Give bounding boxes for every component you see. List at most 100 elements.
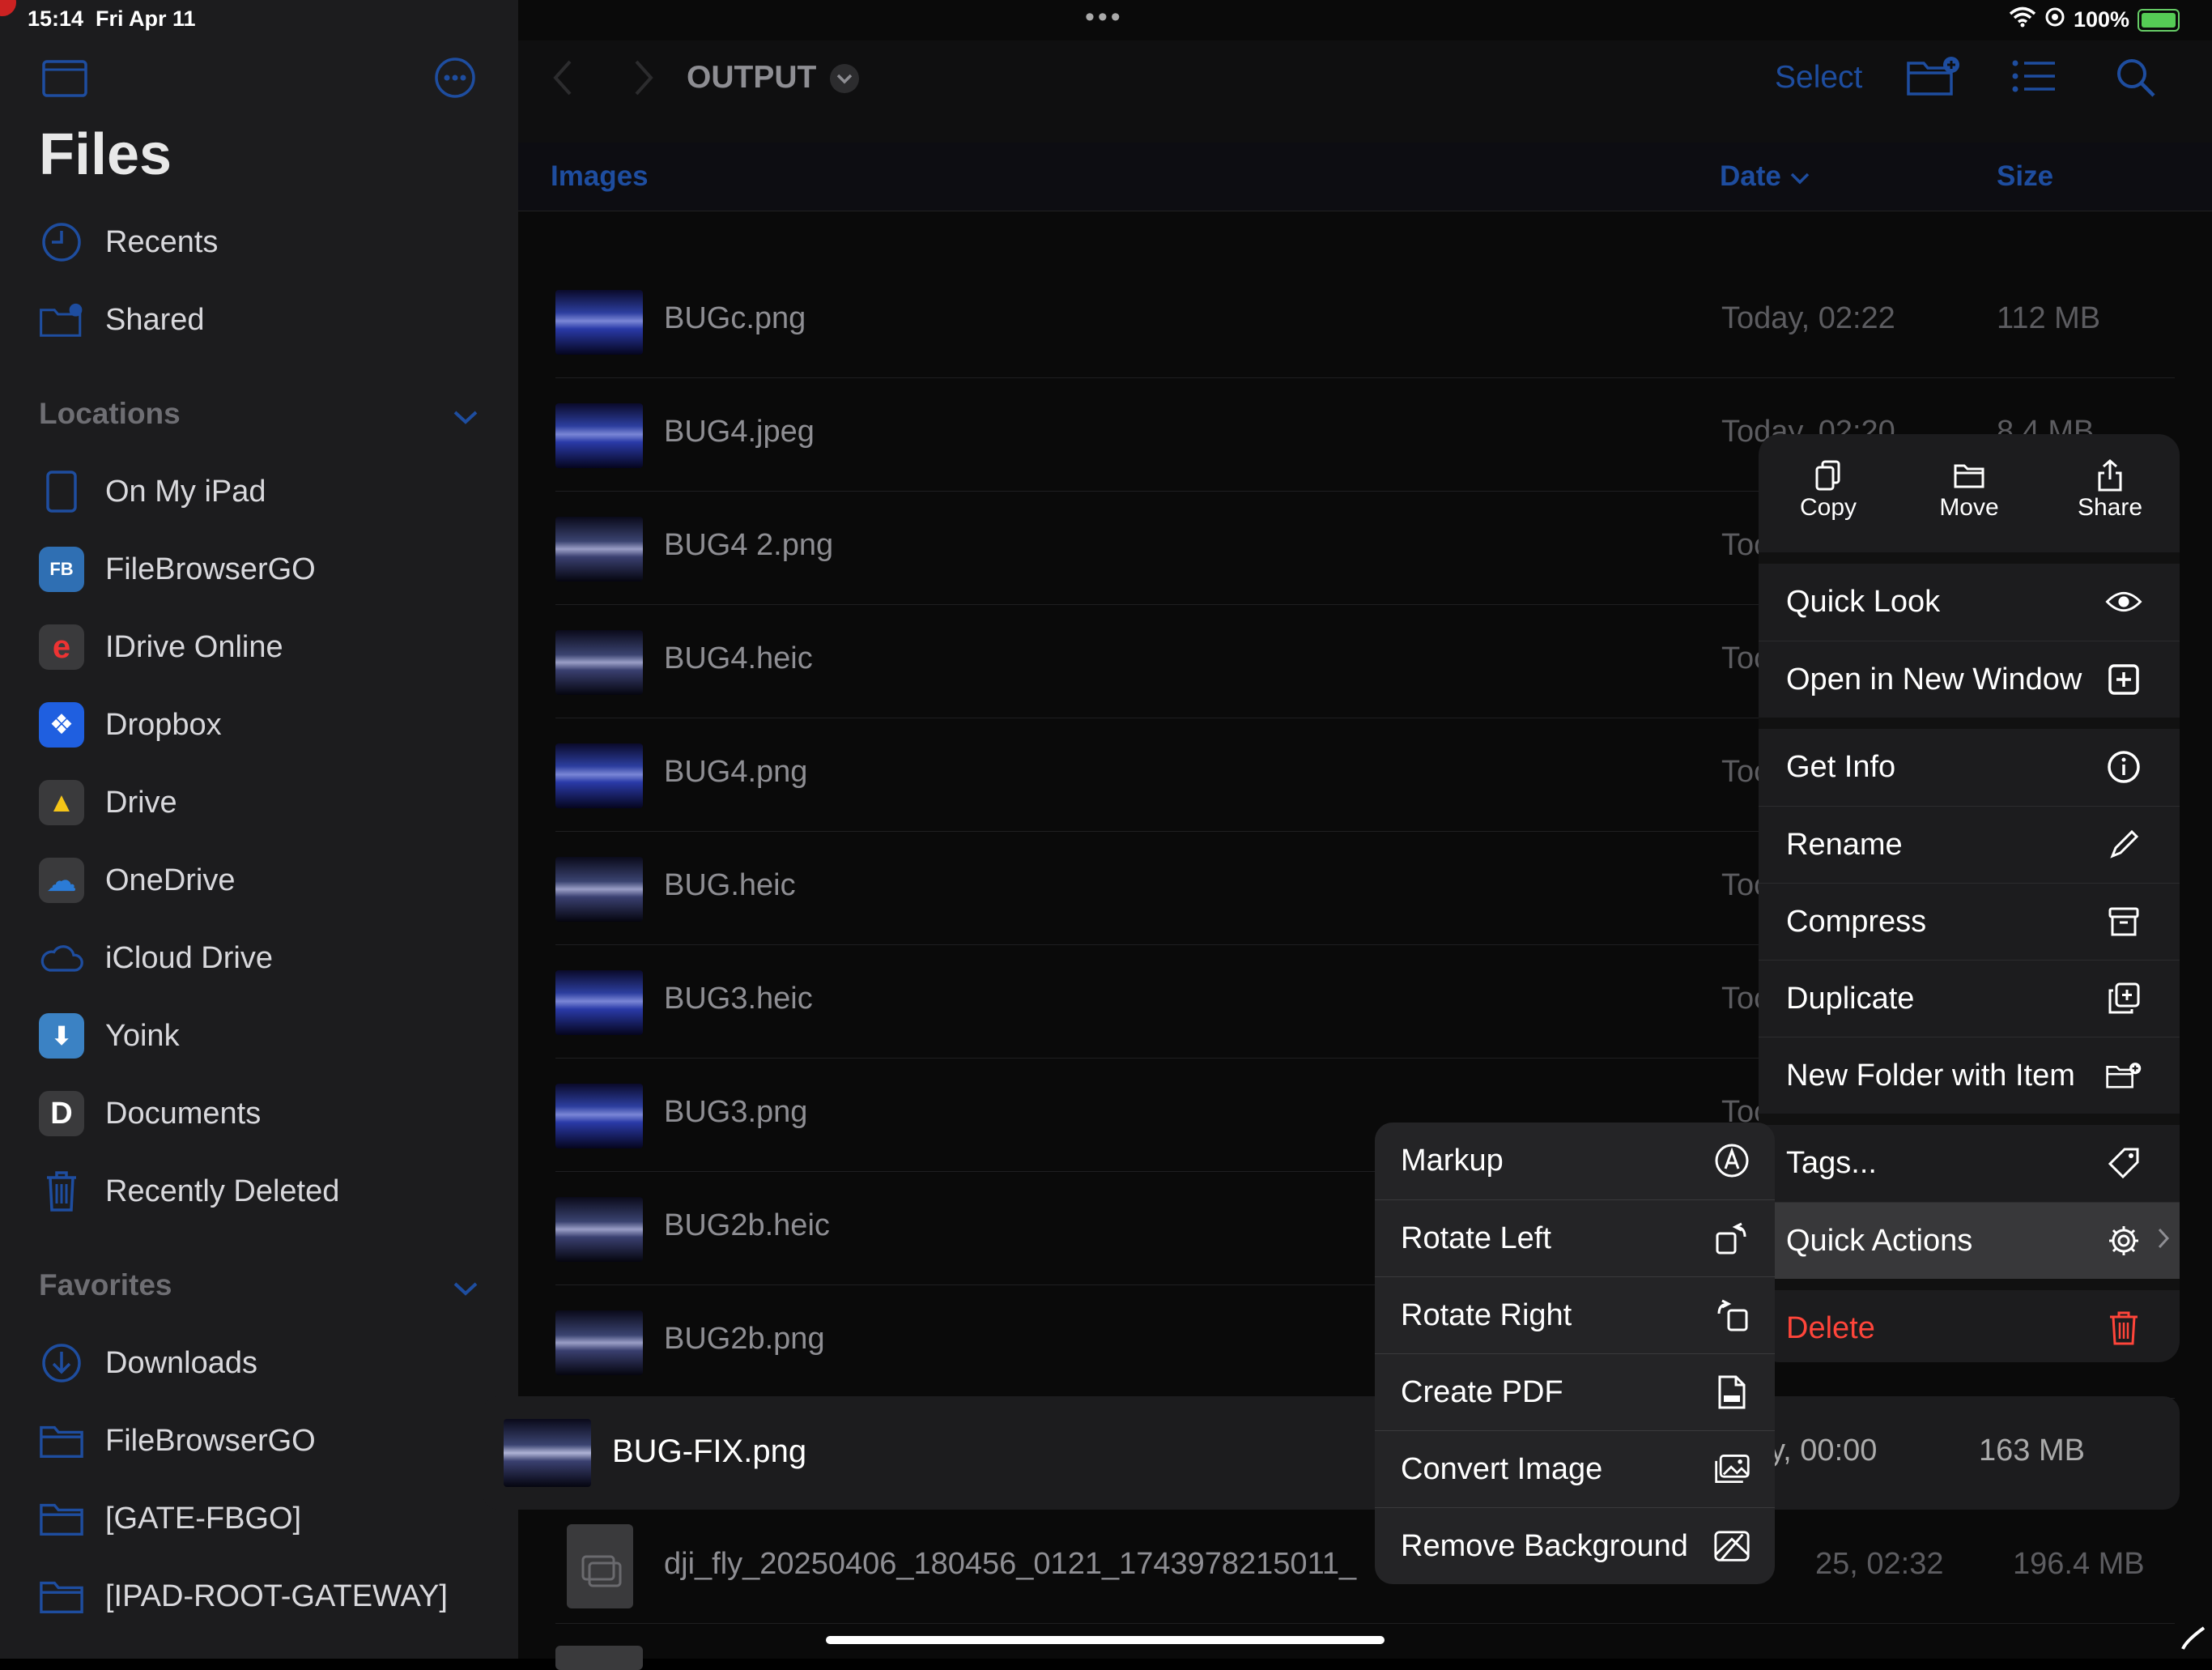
select-button[interactable]: Select	[1775, 60, 1862, 96]
file-thumbnail	[555, 970, 643, 1035]
search-icon[interactable]	[2115, 57, 2157, 103]
sidebar-item-label: On My iPad	[105, 474, 266, 509]
battery-icon	[2138, 8, 2180, 32]
home-indicator[interactable]	[826, 1636, 1385, 1644]
sidebar-item-recents[interactable]: Recents	[39, 214, 218, 271]
menu-item-label: Open in New Window	[1786, 662, 2082, 697]
copy-label: Copy	[1799, 494, 1857, 521]
sidebar-item-on-my-ipad[interactable]: On My iPad	[39, 463, 266, 520]
quick-look-item[interactable]: Quick Look	[1759, 564, 2180, 641]
shared-folder-icon	[39, 297, 84, 343]
table-row[interactable]: BUGc.png Today, 02:22 112 MB	[555, 264, 2175, 378]
sidebar-item-icloud-drive[interactable]: iCloud Drive	[39, 930, 273, 986]
quick-actions-item[interactable]: Quick Actions	[1759, 1202, 2180, 1280]
file-thumbnail	[555, 1084, 643, 1148]
new-folder-icon[interactable]	[1906, 55, 1959, 101]
duplicate-item[interactable]: Duplicate	[1759, 960, 2180, 1037]
sidebar-title: Files	[39, 122, 172, 187]
get-info-item[interactable]: Get Info	[1759, 729, 2180, 806]
sidebar-item-onedrive[interactable]: ☁ OneDrive	[39, 852, 236, 909]
lifted-file-row[interactable]: BUG-FIX.png y, 00:00 163 MB	[483, 1396, 2180, 1510]
back-chevron-icon[interactable]	[551, 58, 575, 101]
move-button[interactable]: Move	[1899, 457, 2039, 554]
status-time: 15:14	[28, 6, 84, 31]
list-view-icon[interactable]	[2011, 58, 2057, 98]
archive-box-icon	[2105, 903, 2142, 940]
delete-item[interactable]: Delete	[1759, 1290, 2180, 1362]
sidebar-toggle-icon[interactable]	[42, 60, 87, 101]
file-name: BUG2b.png	[664, 1322, 825, 1356]
quick-actions-submenu: Markup Rotate Left Rotate Right Create P…	[1375, 1123, 1775, 1584]
file-thumbnail	[555, 403, 643, 468]
sidebar-item-filebrowsergo[interactable]: FB FileBrowserGO	[39, 541, 316, 598]
sidebar-item-recently-deleted[interactable]: Recently Deleted	[39, 1163, 339, 1220]
markup-item[interactable]: Markup	[1375, 1123, 1775, 1199]
filebrowsergo-app-icon: FB	[39, 547, 84, 592]
chevron-down-icon	[1790, 173, 1809, 185]
convert-image-item[interactable]: Convert Image	[1375, 1430, 1775, 1508]
new-folder-with-item[interactable]: New Folder with Item	[1759, 1037, 2180, 1114]
copy-button[interactable]: Copy	[1759, 457, 1898, 554]
folder-icon	[1899, 457, 2039, 494]
share-button[interactable]: Share	[2040, 457, 2180, 554]
sidebar-item-downloads[interactable]: Downloads	[39, 1335, 257, 1391]
column-name-header[interactable]: Images	[551, 160, 649, 193]
google-drive-app-icon: ▲	[39, 780, 84, 825]
chevron-down-icon[interactable]	[452, 1272, 479, 1306]
location-lock-icon	[2044, 6, 2065, 33]
trash-icon	[39, 1169, 84, 1214]
rotate-right-item[interactable]: Rotate Right	[1375, 1276, 1775, 1354]
status-date: Fri Apr 11	[96, 6, 196, 31]
folder-icon	[39, 1496, 84, 1541]
sidebar-item-gate-fbgo[interactable]: [GATE-FBGO]	[39, 1490, 301, 1547]
pdf-icon	[1713, 1374, 1750, 1411]
open-in-new-window-item[interactable]: Open in New Window	[1759, 641, 2180, 718]
menu-item-label: Rotate Left	[1401, 1221, 1551, 1255]
menu-item-label: Convert Image	[1401, 1452, 1603, 1486]
date-label: Date	[1720, 160, 1781, 192]
sidebar-item-filebrowsergo-folder[interactable]: FileBrowserGO	[39, 1412, 316, 1469]
folder-icon	[39, 1418, 84, 1463]
remove-background-icon	[1713, 1527, 1750, 1565]
sidebar-item-yoink[interactable]: ⬇ Yoink	[39, 1008, 180, 1064]
column-size-header[interactable]: Size	[1997, 160, 2053, 193]
sidebar-item-drive[interactable]: ▲ Drive	[39, 774, 177, 831]
menu-item-label: New Folder with Item	[1786, 1059, 2075, 1093]
folder-plus-icon	[2105, 1057, 2142, 1094]
rename-item[interactable]: Rename	[1759, 806, 2180, 884]
sidebar-item-idrive-online[interactable]: e IDrive Online	[39, 619, 283, 675]
file-size: 196.4 MB	[2013, 1547, 2145, 1581]
chevron-down-icon[interactable]	[829, 63, 860, 98]
menu-separator	[1759, 718, 2180, 729]
file-name: BUG4.heic	[664, 641, 813, 675]
menu-item-label: Compress	[1786, 905, 1927, 939]
create-pdf-item[interactable]: Create PDF	[1375, 1353, 1775, 1431]
forward-chevron-icon[interactable]	[632, 58, 656, 101]
file-thumbnail	[555, 517, 643, 582]
sidebar-item-shared[interactable]: Shared	[39, 292, 205, 348]
sidebar-item-dropbox[interactable]: ❖ Dropbox	[39, 697, 222, 753]
tags-item[interactable]: Tags...	[1759, 1125, 2180, 1202]
rotate-left-item[interactable]: Rotate Left	[1375, 1199, 1775, 1277]
sidebar-item-label: Documents	[105, 1096, 262, 1131]
sidebar-item-label: Dropbox	[105, 707, 222, 742]
sidebar-item-documents[interactable]: D Documents	[39, 1085, 261, 1142]
file-name: BUG-FIX.png	[612, 1434, 807, 1469]
compress-item[interactable]: Compress	[1759, 883, 2180, 961]
more-options-icon[interactable]	[434, 57, 476, 103]
clock-icon	[39, 219, 84, 265]
status-bar: 15:14 Fri Apr 11 ••• 100%	[0, 0, 2212, 40]
column-date-header[interactable]: Date	[1720, 160, 1810, 193]
folder-title[interactable]: OUTPUT	[687, 60, 816, 96]
remove-background-item[interactable]: Remove Background	[1375, 1507, 1775, 1584]
share-icon	[2040, 457, 2180, 494]
share-label: Share	[2077, 494, 2143, 521]
favorites-header[interactable]: Favorites	[39, 1268, 492, 1302]
multitasking-dots[interactable]: •••	[1085, 2, 1124, 33]
menu-item-label: Quick Actions	[1786, 1224, 1973, 1258]
sidebar-item-ipad-root-gateway[interactable]: [IPAD-ROOT-GATEWAY]	[39, 1568, 448, 1625]
locations-header[interactable]: Locations	[39, 397, 492, 431]
table-row[interactable]: dji_fly_20250406_180456_0121_17439782150…	[555, 1510, 2175, 1624]
rotate-left-icon	[1713, 1220, 1750, 1257]
chevron-down-icon[interactable]	[452, 400, 479, 434]
